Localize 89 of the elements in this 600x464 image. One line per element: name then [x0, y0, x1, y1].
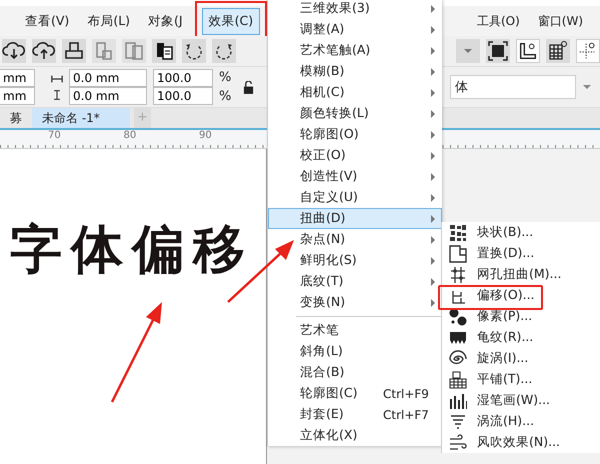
menu-bar-item[interactable]: 工具(O) [470, 8, 527, 34]
cloud-upload-icon[interactable] [32, 39, 56, 63]
width-icon [51, 74, 63, 84]
guideline-icon[interactable] [576, 39, 600, 63]
clipboard-icon[interactable] [152, 39, 176, 63]
submenu-arrow-icon [431, 130, 435, 138]
submenu-item[interactable]: 偏移(O)... [442, 285, 600, 306]
scale-field[interactable]: 100.0 [153, 87, 213, 105]
lock-icon[interactable] [243, 80, 254, 94]
ruler-label: 80 [124, 130, 138, 141]
submenu-item[interactable]: 湿笔画(W)... [442, 390, 600, 411]
submenu-item[interactable]: 涡流(H)... [442, 411, 600, 432]
ruler-label: 70 [48, 130, 62, 141]
redo-icon[interactable] [212, 39, 236, 63]
ruler-icon[interactable] [516, 39, 540, 63]
height-icon [51, 90, 63, 100]
menu-item[interactable]: 杂点(N) [268, 229, 442, 250]
menu-item[interactable]: 轮廓图(O) [268, 124, 442, 145]
position-field[interactable]: mm [0, 69, 35, 87]
menu-item[interactable]: 底纹(T) [268, 271, 442, 292]
submenu-arrow-icon [431, 152, 435, 160]
submenu-arrow-icon [431, 110, 435, 118]
menu-item[interactable]: 三维效果(3) [268, 0, 442, 19]
undo-icon[interactable] [182, 39, 206, 63]
position-field[interactable]: mm [0, 87, 35, 105]
menu-item[interactable]: 校正(O) [268, 145, 442, 166]
menu-item[interactable]: 封套(E) Ctrl+F7 [268, 404, 442, 425]
print-icon[interactable] [62, 39, 86, 63]
submenu-item[interactable]: 像素(P)... [442, 306, 600, 327]
submenu-arrow-icon [431, 214, 435, 222]
submenu-arrow-icon [431, 298, 435, 306]
menu-item[interactable]: 变换(N) [268, 292, 442, 313]
menu-item[interactable]: 扭曲(D) [268, 208, 442, 229]
menu-bar-item[interactable]: 窗口(W) [530, 8, 590, 34]
displace-icon [448, 244, 468, 264]
wind-icon [448, 432, 468, 452]
menu-bar-item[interactable]: 布局(L) [80, 8, 138, 34]
submenu-arrow-icon [431, 256, 435, 264]
menu-item[interactable]: 斜角(L) [268, 341, 442, 362]
menu-item[interactable]: 模糊(B) [268, 61, 442, 82]
document-tab[interactable]: 未命名 -1* [32, 108, 130, 128]
menu-item[interactable]: 轮廓图(C) Ctrl+F9 [268, 383, 442, 404]
menu-item[interactable]: 调整(A) [268, 19, 442, 40]
mesh-icon [448, 264, 468, 284]
submenu-arrow-icon [431, 46, 435, 54]
menu-item[interactable]: 艺术笔 [268, 320, 442, 341]
submenu-item[interactable]: 龟纹(R)... [442, 327, 600, 348]
dropdown-caret-icon[interactable] [582, 84, 592, 90]
submenu-arrow-icon [431, 68, 435, 76]
percent-label: % [219, 89, 232, 104]
document-tab[interactable]: 募 [0, 108, 32, 128]
scale-field[interactable]: 100.0 [153, 69, 213, 87]
submenu-arrow-icon [431, 278, 435, 286]
submenu-arrow-icon [431, 26, 435, 34]
size-field[interactable]: 0.0 mm [69, 69, 147, 87]
menu-item[interactable]: 艺术笔触(A) [268, 40, 442, 61]
menu-bar-item[interactable]: 对象(J [141, 8, 190, 34]
copy-icon[interactable] [122, 39, 146, 63]
menu-item[interactable]: 颜色转换(L) [268, 103, 442, 124]
full-screen-icon[interactable] [486, 39, 510, 63]
menu-item[interactable]: 鲜明化(S) [268, 250, 442, 271]
blocks-icon [448, 222, 468, 242]
submenu-item[interactable]: 块状(B)... [442, 222, 600, 243]
menu-item[interactable]: 自定义(U) [268, 187, 442, 208]
menu-item[interactable]: 立体化(X) [268, 425, 442, 446]
tile-icon [448, 370, 468, 390]
submenu-arrow-icon [431, 172, 435, 180]
ruler-label: 90 [199, 130, 213, 141]
menu-item[interactable]: 相机(C) [268, 82, 442, 103]
size-field[interactable]: 0.0 mm [69, 87, 147, 105]
cloud-download-icon[interactable] [2, 39, 26, 63]
font-field[interactable]: 体 [450, 75, 576, 99]
submenu-arrow-icon [431, 4, 435, 12]
submenu-item[interactable]: 网孔扭曲(M)... [442, 264, 600, 285]
submenu-item[interactable]: 平铺(T)... [442, 369, 600, 390]
submenu-arrow-icon [431, 88, 435, 96]
submenu-arrow-icon [431, 194, 435, 202]
submenu-arrow-icon [431, 236, 435, 244]
dropdown-caret-icon[interactable] [456, 39, 480, 63]
menu-bar-item[interactable]: 查看(V) [18, 8, 76, 34]
percent-label: % [219, 70, 232, 85]
submenu-item[interactable]: 置换(D)... [442, 243, 600, 264]
menu-item[interactable]: 混合(B) [268, 362, 442, 383]
submenu-item[interactable]: 风吹效果(N)... [442, 432, 600, 453]
grid-icon[interactable] [546, 39, 570, 63]
submenu-item[interactable]: 旋涡(I)... [442, 348, 600, 369]
canvas-text: 字体偏移 [10, 219, 255, 282]
align-icon[interactable] [92, 39, 116, 63]
menu-item[interactable]: 创造性(V) [268, 166, 442, 187]
